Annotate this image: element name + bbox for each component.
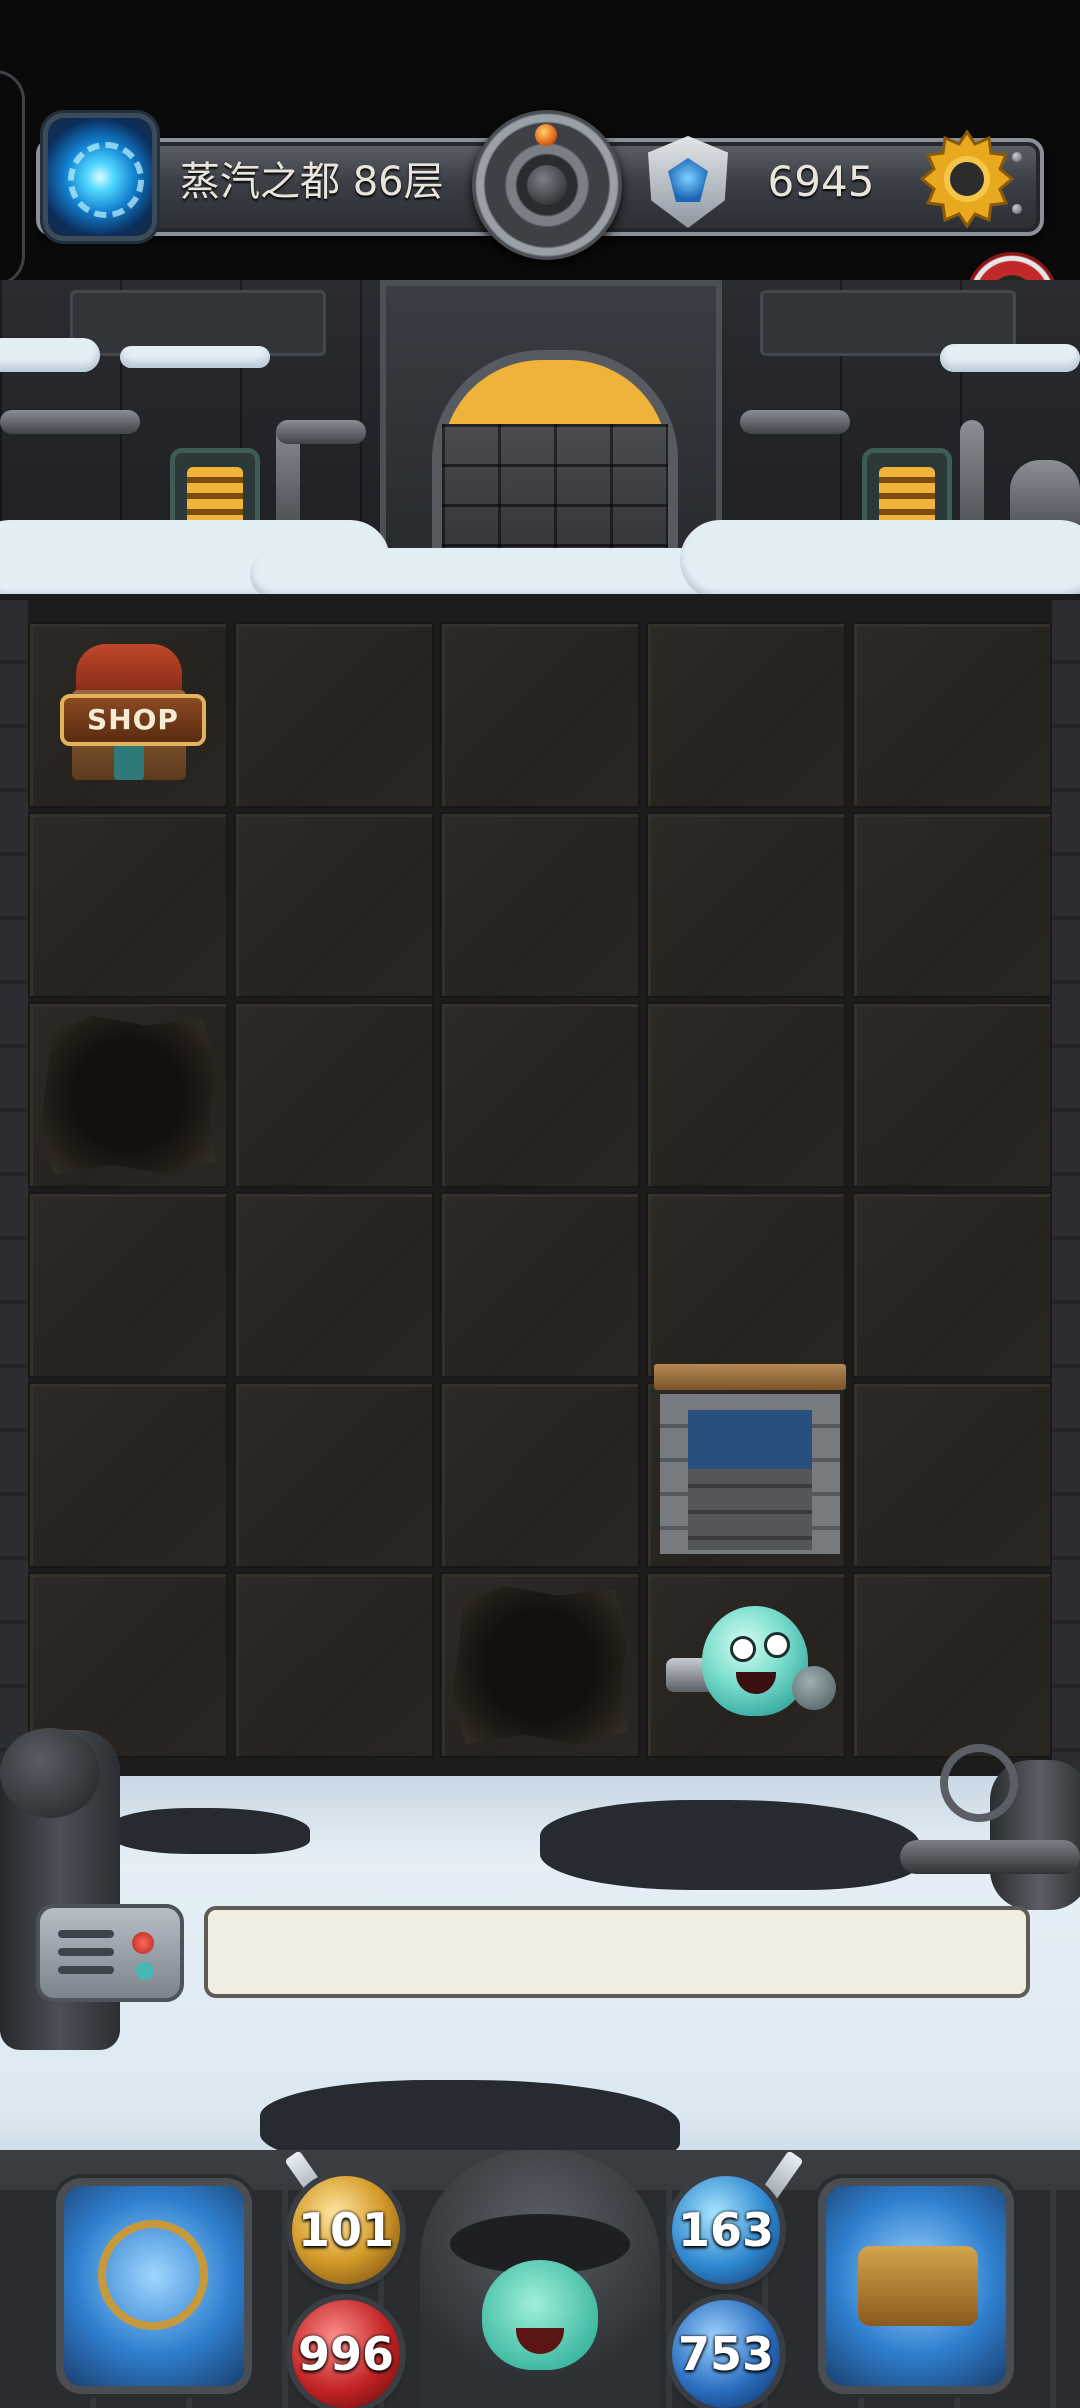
pipe — [740, 410, 850, 434]
board-tile-hole[interactable] — [440, 1572, 640, 1758]
dark-rock — [110, 1808, 310, 1854]
mp-stat: 753 — [672, 2300, 780, 2408]
board-tile[interactable] — [852, 1572, 1052, 1758]
pet-companion — [792, 1666, 836, 1710]
board-tile[interactable] — [234, 1002, 434, 1188]
board-tile[interactable] — [440, 812, 640, 998]
gear-icon-graphic — [919, 129, 1015, 229]
speaker-light-red — [132, 1932, 154, 1954]
snow-patch — [0, 338, 100, 372]
shop-building[interactable]: SHOP — [54, 640, 206, 790]
floor-label: 蒸汽之都 86层 — [180, 159, 444, 205]
hero-character[interactable] — [666, 1592, 836, 1742]
board-tile[interactable] — [440, 1192, 640, 1378]
board-tile[interactable] — [440, 1382, 640, 1568]
board-tile[interactable] — [646, 812, 846, 998]
hero-eye — [730, 1636, 756, 1662]
valve-wheel-icon — [940, 1744, 1018, 1822]
stairs-down-icon[interactable] — [650, 1354, 846, 1564]
speaker-grille — [58, 1930, 114, 1938]
message-box — [204, 1906, 1030, 1998]
board-tile[interactable] — [28, 1382, 228, 1568]
coin-count: 6945 — [767, 157, 875, 206]
board-tile[interactable] — [646, 1002, 846, 1188]
snow-patch — [120, 346, 270, 368]
board-tile[interactable] — [234, 622, 434, 808]
board-tile-shop[interactable]: SHOP — [28, 622, 228, 808]
board-wall-left — [0, 600, 28, 1780]
board-tile[interactable] — [234, 1192, 434, 1378]
board-tile[interactable] — [234, 812, 434, 998]
portal-icon[interactable] — [48, 118, 152, 236]
board-tile[interactable] — [852, 622, 1052, 808]
board-tile[interactable] — [852, 1382, 1052, 1568]
board-tile[interactable] — [234, 1572, 434, 1758]
steam-pipe — [900, 1840, 1080, 1874]
board-tile[interactable] — [234, 1382, 434, 1568]
dungeon-board: SHOP — [28, 622, 1052, 1762]
speaker-grille — [58, 1948, 114, 1956]
pipe — [276, 420, 366, 444]
board-tile[interactable] — [28, 812, 228, 998]
speaker-icon — [36, 1904, 184, 2002]
board-tile[interactable] — [646, 1192, 846, 1378]
board-tile[interactable] — [852, 1192, 1052, 1378]
inventory-slot-button[interactable] — [826, 2186, 1006, 2386]
board-tile[interactable] — [440, 622, 640, 808]
stairs-opening — [688, 1410, 812, 1550]
board-tile[interactable] — [852, 1002, 1052, 1188]
hero-eye — [764, 1632, 790, 1658]
board-tile[interactable] — [646, 622, 846, 808]
shop-sign: SHOP — [60, 694, 206, 746]
shop-door — [114, 740, 144, 780]
defense-stat: 163 — [672, 2176, 780, 2284]
speaker-grille — [58, 1966, 114, 1974]
steam-gear-icon[interactable] — [472, 110, 622, 260]
board-tile[interactable] — [28, 1192, 228, 1378]
hero-portrait[interactable] — [420, 2150, 660, 2408]
hp-stat: 996 — [292, 2300, 400, 2408]
hero-body — [702, 1606, 808, 1716]
board-tile-hole[interactable] — [28, 1002, 228, 1188]
board-tile[interactable] — [440, 1002, 640, 1188]
dark-rock — [540, 1800, 920, 1890]
robot-head — [0, 1728, 100, 1818]
stairs-plank — [654, 1364, 846, 1390]
board-tile-hero[interactable] — [646, 1572, 846, 1758]
equipment-slot-button[interactable] — [64, 2186, 244, 2386]
snow-patch — [940, 344, 1080, 372]
board-tile-stairs[interactable] — [646, 1364, 846, 1568]
attack-stat: 101 — [292, 2176, 400, 2284]
snow-patch — [680, 520, 1080, 600]
gear-icon[interactable] — [912, 124, 1022, 234]
board-tile[interactable] — [852, 812, 1052, 998]
pipe — [0, 410, 140, 434]
left-frame-decoration — [0, 70, 25, 286]
speaker-light-teal — [136, 1962, 154, 1980]
board-wall-right — [1052, 600, 1080, 1780]
game-screen: 蒸汽之都 86层 6945 SHOP 101 996 163 753 — [0, 0, 1080, 2408]
